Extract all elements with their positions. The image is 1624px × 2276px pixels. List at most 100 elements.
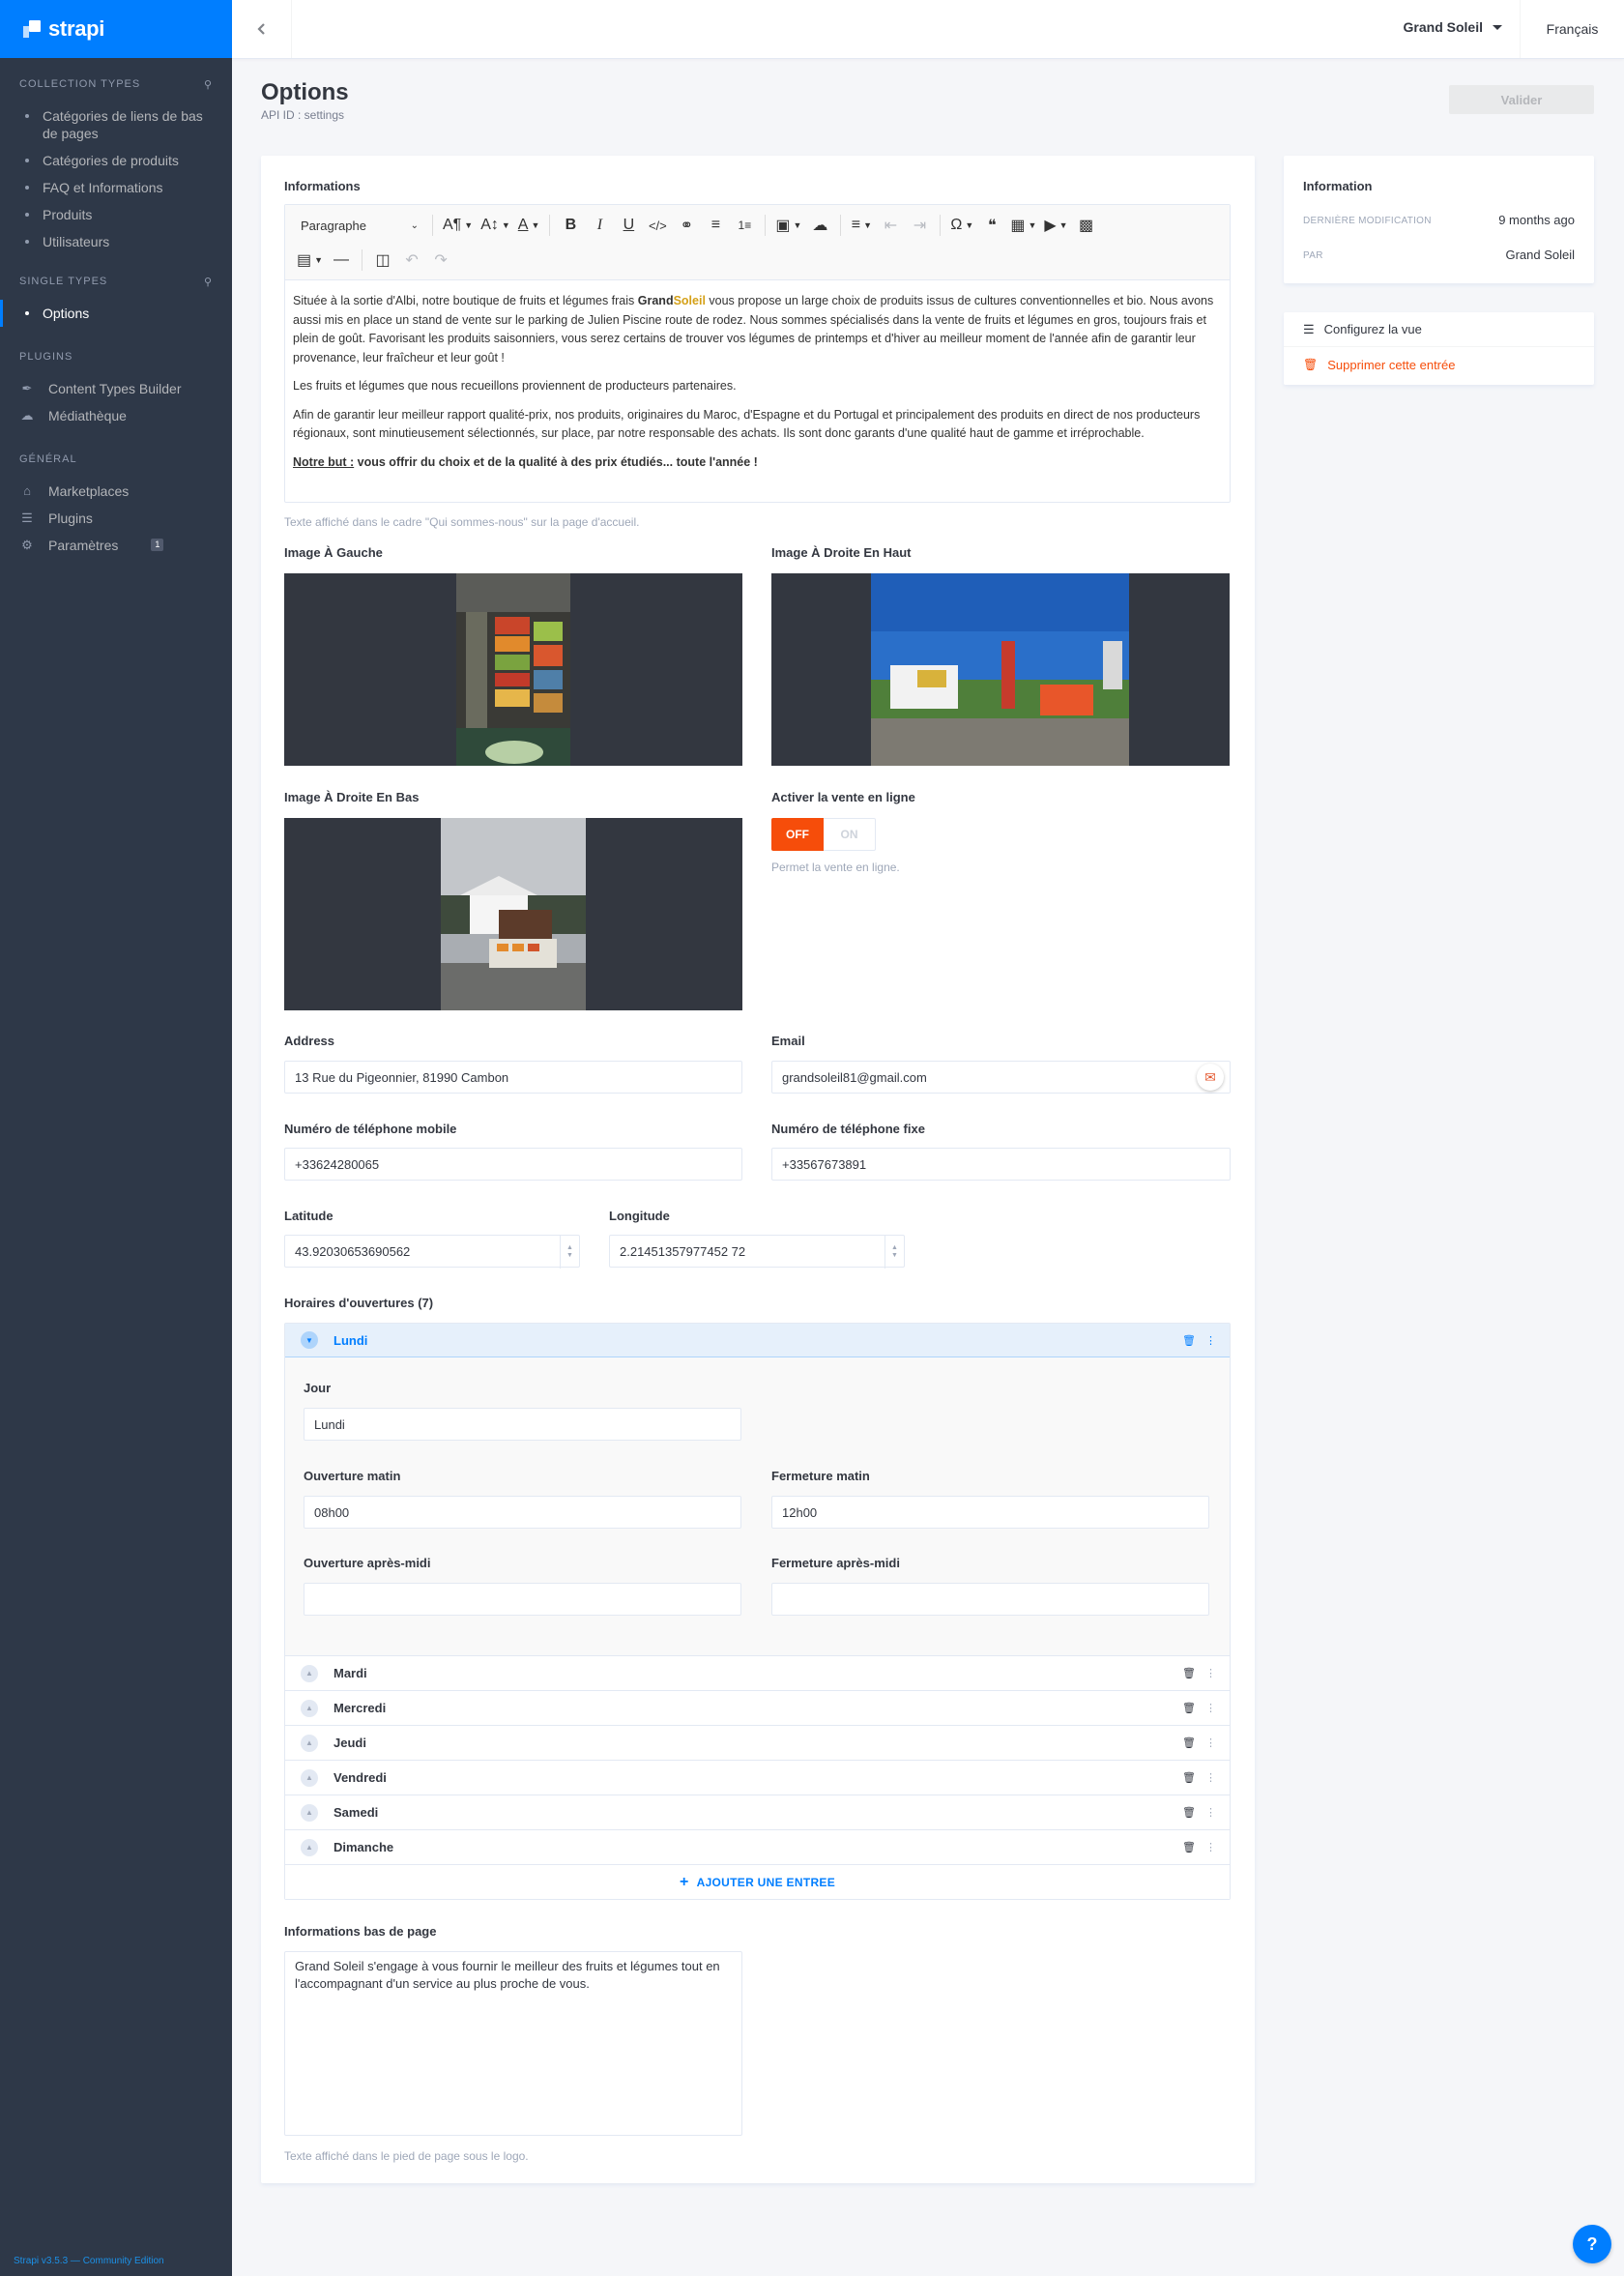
table-button[interactable]: ▦ ▼ (1006, 213, 1040, 238)
afternoon-close-input[interactable] (771, 1583, 1209, 1616)
version-footer[interactable]: Strapi v3.5.3 — Community Edition (14, 2256, 164, 2266)
repeatable-item[interactable]: ▲ Vendredi 🗑 ⋮ (285, 1760, 1230, 1795)
toggle-off[interactable]: OFF (771, 818, 824, 851)
trash-icon[interactable]: 🗑 (1182, 1806, 1196, 1819)
media-embed-button[interactable]: ▶ ▼ (1040, 213, 1071, 238)
back-button[interactable] (232, 0, 292, 58)
phone-input[interactable]: +33567673891 (771, 1148, 1231, 1181)
drag-handle-icon[interactable]: ⋮ (1205, 1841, 1216, 1853)
sidebar-item-content-types-builder[interactable]: ✒ Content Types Builder (19, 375, 213, 402)
sidebar-item-faq[interactable]: FAQ et Informations (19, 174, 213, 201)
toggle-on[interactable]: ON (824, 818, 876, 851)
afternoon-open-input[interactable] (304, 1583, 741, 1616)
save-button[interactable]: Valider (1449, 85, 1594, 114)
sidebar-item-media-library[interactable]: ☁ Médiathèque (19, 402, 213, 429)
upload-button[interactable]: ☁ (805, 213, 834, 238)
drag-handle-icon[interactable]: ⋮ (1205, 1334, 1216, 1347)
drag-handle-icon[interactable]: ⋮ (1205, 1771, 1216, 1784)
horizontal-line-button[interactable]: — (327, 248, 356, 273)
underline-button[interactable]: U (614, 213, 643, 238)
image-right-bottom-dropzone[interactable] (284, 818, 742, 1010)
trash-icon[interactable]: 🗑 (1182, 1702, 1196, 1714)
drag-handle-icon[interactable]: ⋮ (1205, 1702, 1216, 1714)
undo-button[interactable]: ↶ (397, 248, 426, 273)
trash-icon[interactable]: 🗑 (1182, 1736, 1196, 1749)
search-icon[interactable]: ⚲ (204, 276, 213, 288)
number-stepper[interactable]: ▲ ▼ (560, 1236, 579, 1269)
repeatable-item[interactable]: ▲ Dimanche 🗑 ⋮ (285, 1829, 1230, 1864)
increment-icon[interactable]: ▲ (891, 1244, 898, 1252)
indent-button[interactable]: ⇥ (905, 213, 934, 238)
image-left-dropzone[interactable] (284, 573, 742, 766)
repeatable-item-open[interactable]: ▼ Lundi 🗑 ⋮ (285, 1324, 1230, 1357)
chevron-down-icon[interactable]: ▼ (301, 1331, 318, 1349)
chevron-up-icon[interactable]: ▲ (301, 1664, 318, 1682)
source-button[interactable]: ▤ ▼ (293, 248, 327, 273)
link-button[interactable]: ⚭ (672, 213, 701, 238)
sidebar-item-plugins[interactable]: ☰ Plugins (19, 505, 213, 532)
chevron-up-icon[interactable]: ▲ (301, 1699, 318, 1717)
font-size-button[interactable]: A↕ ▼ (477, 213, 514, 238)
email-input[interactable]: grandsoleil81@gmail.com (771, 1061, 1231, 1094)
trash-icon[interactable]: 🗑 (1182, 1667, 1196, 1679)
paragraph-format-select[interactable]: Paragraphe ⌄ (293, 213, 426, 238)
quote-button[interactable]: ❝ (977, 213, 1006, 238)
drag-handle-icon[interactable]: ⋮ (1205, 1806, 1216, 1819)
repeatable-item[interactable]: ▲ Mercredi 🗑 ⋮ (285, 1690, 1230, 1725)
trash-icon[interactable]: 🗑 (1182, 1841, 1196, 1853)
chevron-up-icon[interactable]: ▲ (301, 1768, 318, 1787)
footer-info-textarea[interactable]: Grand Soleil s'engage à vous fournir le … (284, 1951, 742, 2136)
email-extension-icon[interactable]: ✉ (1197, 1064, 1224, 1091)
delete-entry-button[interactable]: 🗑 Supprimer cette entrée (1284, 347, 1594, 382)
search-icon[interactable]: ⚲ (204, 78, 213, 91)
italic-button[interactable]: I (585, 213, 614, 238)
align-button[interactable]: ≡ ▼ (847, 213, 876, 238)
add-entry-button[interactable]: + AJOUTER UNE ENTREE (285, 1864, 1230, 1899)
trash-icon[interactable]: 🗑 (1182, 1334, 1196, 1347)
fullscreen-button[interactable]: ◫ (368, 248, 397, 273)
decrement-icon[interactable]: ▼ (891, 1252, 898, 1260)
sidebar-item-products[interactable]: Produits (19, 201, 213, 228)
chevron-up-icon[interactable]: ▲ (301, 1803, 318, 1822)
text-color-button[interactable]: A ▼ (514, 213, 544, 238)
brand[interactable]: strapi (0, 0, 232, 58)
latitude-input[interactable]: 43.92030653690562 ▲ ▼ (284, 1235, 580, 1269)
morning-open-input[interactable]: 08h00 (304, 1496, 741, 1529)
decrement-icon[interactable]: ▼ (566, 1252, 573, 1260)
sidebar-item-users[interactable]: Utilisateurs (19, 228, 213, 255)
address-input[interactable]: 13 Rue du Pigeonnier, 81990 Cambon (284, 1061, 742, 1094)
chevron-up-icon[interactable]: ▲ (301, 1838, 318, 1856)
help-button[interactable]: ? (1573, 2225, 1611, 2263)
sidebar-item-options[interactable]: Options (0, 300, 213, 327)
sidebar-item-footer-link-categories[interactable]: Catégories de liens de bas de pages (19, 102, 213, 147)
mobile-input[interactable]: +33624280065 (284, 1148, 742, 1181)
bullet-list-button[interactable]: ≡ (701, 213, 730, 238)
locale-switcher[interactable]: Français (1520, 0, 1624, 58)
configure-view-button[interactable]: ☰ Configurez la vue (1284, 312, 1594, 347)
special-char-button[interactable]: Ω ▼ (946, 213, 977, 238)
repeatable-item[interactable]: ▲ Samedi 🗑 ⋮ (285, 1795, 1230, 1829)
editor-content[interactable]: Située à la sortie d'Albi, notre boutiqu… (285, 280, 1230, 493)
sidebar-item-marketplaces[interactable]: ⌂ Marketplaces (19, 478, 213, 505)
image-button[interactable]: ▣ ▼ (771, 213, 805, 238)
drag-handle-icon[interactable]: ⋮ (1205, 1667, 1216, 1679)
bold-button[interactable]: B (556, 213, 585, 238)
html-embed-button[interactable]: ▩ (1072, 213, 1101, 238)
image-right-top-dropzone[interactable] (771, 573, 1230, 766)
morning-close-input[interactable]: 12h00 (771, 1496, 1209, 1529)
online-sale-toggle[interactable]: OFF ON (771, 818, 876, 851)
day-input[interactable]: Lundi (304, 1408, 741, 1441)
redo-button[interactable]: ↷ (426, 248, 455, 273)
repeatable-item[interactable]: ▲ Mardi 🗑 ⋮ (285, 1655, 1230, 1690)
font-family-button[interactable]: A¶ ▼ (439, 213, 477, 238)
numbered-list-button[interactable]: 1≡ (730, 213, 759, 238)
repeatable-item[interactable]: ▲ Jeudi 🗑 ⋮ (285, 1725, 1230, 1760)
outdent-button[interactable]: ⇤ (876, 213, 905, 238)
chevron-up-icon[interactable]: ▲ (301, 1734, 318, 1752)
code-button[interactable]: </> (643, 213, 672, 238)
sidebar-item-product-categories[interactable]: Catégories de produits (19, 147, 213, 174)
user-menu[interactable]: Grand Soleil (1404, 19, 1502, 35)
sidebar-item-settings[interactable]: ⚙ Paramètres 1 (19, 532, 213, 559)
increment-icon[interactable]: ▲ (566, 1244, 573, 1252)
longitude-input[interactable]: 2.21451357977452 72 ▲ ▼ (609, 1235, 905, 1269)
